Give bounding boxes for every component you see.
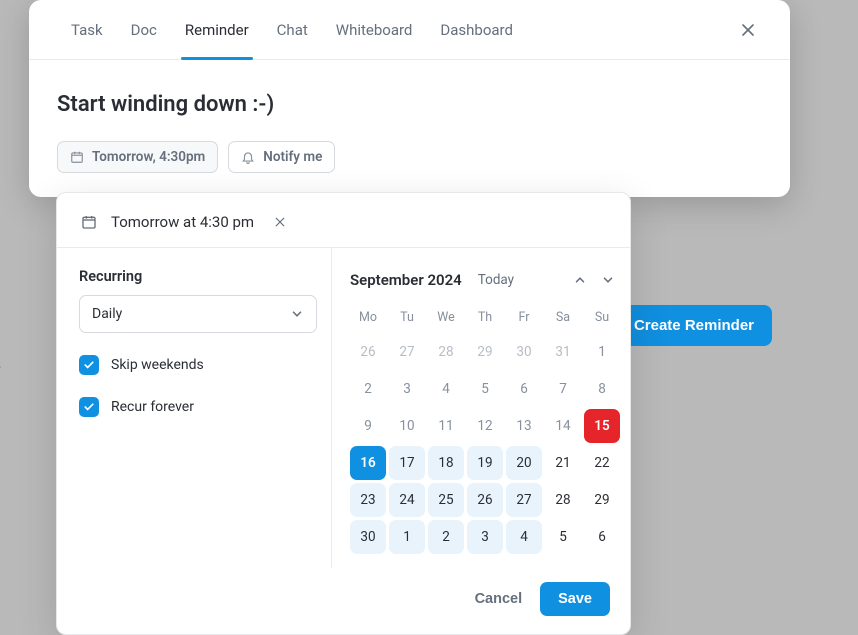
calendar-next-button[interactable] xyxy=(596,268,620,292)
calendar-day[interactable]: 1 xyxy=(389,520,425,554)
date-chip-label: Tomorrow, 4:30pm xyxy=(92,149,205,165)
calendar-day[interactable]: 14 xyxy=(545,409,581,443)
reminder-title[interactable]: Start winding down :-) xyxy=(29,60,790,117)
calendar-pane: September 2024 Today MoTuWeThFrSaSu26272… xyxy=(332,248,638,568)
calendar-day[interactable]: 7 xyxy=(545,372,581,406)
calendar-day[interactable]: 16 xyxy=(350,446,386,480)
calendar-day[interactable]: 27 xyxy=(389,335,425,369)
recur-forever-row[interactable]: Recur forever xyxy=(79,397,309,417)
calendar-day[interactable]: 5 xyxy=(545,520,581,554)
skip-weekends-row[interactable]: Skip weekends xyxy=(79,355,309,375)
calendar-day[interactable]: 21 xyxy=(545,446,581,480)
calendar-day[interactable]: 22 xyxy=(584,446,620,480)
calendar-day[interactable]: 28 xyxy=(545,483,581,517)
calendar-day[interactable]: 3 xyxy=(467,520,503,554)
calendar-day[interactable]: 29 xyxy=(584,483,620,517)
calendar-day[interactable]: 6 xyxy=(584,520,620,554)
date-popover: Tomorrow at 4:30 pm Recurring Daily Skip… xyxy=(56,192,631,635)
calendar-day[interactable]: 30 xyxy=(350,520,386,554)
calendar-dow: Fr xyxy=(506,304,542,332)
calendar-day[interactable]: 6 xyxy=(506,372,542,406)
calendar-day[interactable]: 2 xyxy=(350,372,386,406)
calendar-dow: Tu xyxy=(389,304,425,332)
recurring-pane: Recurring Daily Skip weekends Recur fore… xyxy=(57,248,332,568)
frequency-value: Daily xyxy=(92,306,122,322)
tab-dashboard[interactable]: Dashboard xyxy=(426,0,527,59)
calendar-day[interactable]: 26 xyxy=(467,483,503,517)
tab-bar: TaskDocReminderChatWhiteboardDashboard xyxy=(29,0,790,60)
date-chip[interactable]: Tomorrow, 4:30pm xyxy=(57,141,218,173)
calendar-day[interactable]: 1 xyxy=(584,335,620,369)
bell-icon xyxy=(241,150,255,164)
calendar-dow: We xyxy=(428,304,464,332)
popover-footer: Cancel Save xyxy=(57,568,630,634)
tab-chat[interactable]: Chat xyxy=(263,0,322,59)
calendar-day[interactable]: 2 xyxy=(428,520,464,554)
calendar-day[interactable]: 15 xyxy=(584,409,620,443)
notify-chip[interactable]: Notify me xyxy=(228,141,335,173)
popover-summary: Tomorrow at 4:30 pm xyxy=(111,213,254,231)
cancel-button[interactable]: Cancel xyxy=(475,591,523,607)
calendar-dow: Sa xyxy=(545,304,581,332)
calendar-today-button[interactable]: Today xyxy=(478,272,514,288)
popover-header: Tomorrow at 4:30 pm xyxy=(57,193,630,247)
calendar-day[interactable]: 4 xyxy=(506,520,542,554)
calendar-dow: Mo xyxy=(350,304,386,332)
calendar-day[interactable]: 8 xyxy=(584,372,620,406)
calendar-dow: Su xyxy=(584,304,620,332)
create-reminder-button[interactable]: Create Reminder xyxy=(616,305,772,346)
calendar-day[interactable]: 24 xyxy=(389,483,425,517)
calendar-day[interactable]: 28 xyxy=(428,335,464,369)
skip-weekends-checkbox[interactable] xyxy=(79,355,99,375)
notify-chip-label: Notify me xyxy=(263,149,322,165)
frequency-select[interactable]: Daily xyxy=(79,295,317,333)
recur-forever-label: Recur forever xyxy=(111,399,194,415)
calendar-icon xyxy=(70,150,84,164)
calendar-day[interactable]: 27 xyxy=(506,483,542,517)
calendar-day[interactable]: 13 xyxy=(506,409,542,443)
recur-forever-checkbox[interactable] xyxy=(79,397,99,417)
chevron-down-icon xyxy=(290,307,304,321)
skip-weekends-label: Skip weekends xyxy=(111,357,204,373)
calendar-day[interactable]: 10 xyxy=(389,409,425,443)
create-modal: TaskDocReminderChatWhiteboardDashboard S… xyxy=(29,0,790,197)
tab-reminder[interactable]: Reminder xyxy=(171,0,263,59)
calendar-month: September 2024 xyxy=(350,271,462,289)
calendar-day[interactable]: 19 xyxy=(467,446,503,480)
calendar-grid: MoTuWeThFrSaSu26272829303112345678910111… xyxy=(350,304,620,554)
recurring-heading: Recurring xyxy=(79,268,309,285)
calendar-day[interactable]: 9 xyxy=(350,409,386,443)
calendar-day[interactable]: 17 xyxy=(389,446,425,480)
calendar-icon xyxy=(81,214,97,230)
tab-task[interactable]: Task xyxy=(57,0,117,59)
calendar-day[interactable]: 29 xyxy=(467,335,503,369)
calendar-day[interactable]: 31 xyxy=(545,335,581,369)
calendar-dow: Th xyxy=(467,304,503,332)
calendar-day[interactable]: 30 xyxy=(506,335,542,369)
save-button[interactable]: Save xyxy=(540,582,610,616)
calendar-day[interactable]: 3 xyxy=(389,372,425,406)
calendar-day[interactable]: 23 xyxy=(350,483,386,517)
calendar-day[interactable]: 11 xyxy=(428,409,464,443)
calendar-day[interactable]: 25 xyxy=(428,483,464,517)
tab-doc[interactable]: Doc xyxy=(117,0,171,59)
tab-whiteboard[interactable]: Whiteboard xyxy=(322,0,427,59)
chip-row: Tomorrow, 4:30pm Notify me xyxy=(29,117,790,173)
calendar-day[interactable]: 12 xyxy=(467,409,503,443)
calendar-day[interactable]: 5 xyxy=(467,372,503,406)
calendar-prev-button[interactable] xyxy=(568,268,592,292)
clear-date-button[interactable] xyxy=(274,216,286,228)
calendar-day[interactable]: 4 xyxy=(428,372,464,406)
close-button[interactable] xyxy=(734,16,762,44)
calendar-day[interactable]: 18 xyxy=(428,446,464,480)
calendar-day[interactable]: 26 xyxy=(350,335,386,369)
calendar-day[interactable]: 20 xyxy=(506,446,542,480)
